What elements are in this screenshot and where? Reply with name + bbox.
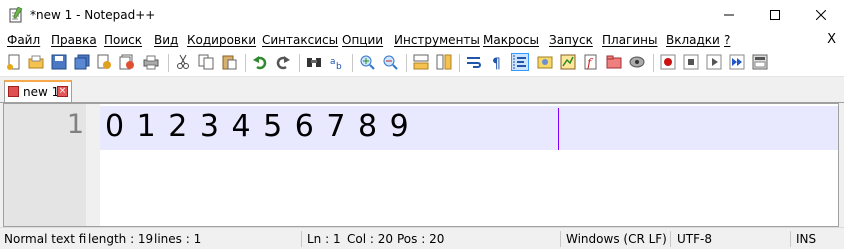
svg-text:a: a xyxy=(330,57,336,67)
menu-view[interactable]: Вид xyxy=(154,33,178,47)
function-list-icon[interactable]: f xyxy=(583,54,599,70)
user-defined-language-icon[interactable] xyxy=(537,54,553,70)
status-file-type: Normal text file xyxy=(4,232,98,246)
maximize-button[interactable] xyxy=(752,0,798,30)
status-divider xyxy=(670,231,671,247)
menu-file[interactable]: Файл xyxy=(7,33,40,47)
editor-line-text[interactable]: 0 1 2 3 4 5 6 7 8 9 xyxy=(105,109,410,144)
find-icon[interactable] xyxy=(306,54,322,70)
replace-icon[interactable]: ab xyxy=(329,54,345,70)
run-macro-multiple-icon[interactable] xyxy=(729,54,745,70)
sync-horizontal-icon[interactable] xyxy=(436,54,452,70)
status-insert-mode: INS xyxy=(796,232,817,246)
save-all-icon[interactable] xyxy=(74,54,90,70)
menu-macro[interactable]: Макросы xyxy=(483,33,539,47)
menu-tools[interactable]: Инструменты xyxy=(394,33,480,47)
status-eol: Windows (CR LF) xyxy=(566,232,667,246)
menu-bar: Файл Правка Поиск Вид Кодировки Синтакси… xyxy=(0,30,844,50)
close-all-icon[interactable] xyxy=(119,54,135,70)
menu-plugins[interactable]: Плагины xyxy=(602,33,657,47)
menu-run[interactable]: Запуск xyxy=(549,33,593,47)
status-encoding: UTF-8 xyxy=(677,232,712,246)
status-divider xyxy=(301,231,302,247)
new-file-icon[interactable] xyxy=(6,54,22,70)
save-icon[interactable] xyxy=(51,54,67,70)
status-bar: Normal text file length : 19 lines : 1 L… xyxy=(0,227,844,249)
toolbar-separator xyxy=(406,54,407,72)
word-wrap-icon[interactable] xyxy=(466,54,482,70)
print-icon[interactable] xyxy=(143,54,159,70)
menu-settings[interactable]: Опции xyxy=(342,33,383,47)
menu-encoding[interactable]: Кодировки xyxy=(187,33,256,47)
status-divider xyxy=(560,231,561,247)
toolbar: ab ¶ f xyxy=(0,50,844,77)
notepad-plus-plus-app-icon[interactable] xyxy=(9,7,23,23)
zoom-in-icon[interactable] xyxy=(359,54,375,70)
cut-icon[interactable] xyxy=(175,54,191,70)
fold-margin[interactable] xyxy=(86,104,100,226)
status-line-number: Ln : 1 xyxy=(307,232,341,246)
document-map-icon[interactable] xyxy=(560,54,576,70)
zoom-out-icon[interactable] xyxy=(382,54,398,70)
menu-edit[interactable]: Правка xyxy=(51,33,97,47)
save-macro-icon[interactable] xyxy=(752,54,768,70)
unsaved-file-icon xyxy=(8,86,19,97)
window-title: *new 1 - Notepad++ xyxy=(30,8,156,22)
toolbar-separator xyxy=(653,54,654,72)
line-number: 1 xyxy=(66,109,84,140)
tab-label: new 1 xyxy=(23,85,60,99)
undo-icon[interactable] xyxy=(252,54,268,70)
indent-guide-icon[interactable] xyxy=(511,53,529,71)
tab-new-1[interactable]: new 1 × xyxy=(4,80,72,102)
svg-text:¶: ¶ xyxy=(492,56,501,70)
paste-icon[interactable] xyxy=(221,54,237,70)
record-macro-icon[interactable] xyxy=(660,54,676,70)
toolbar-separator xyxy=(299,54,300,72)
sync-vertical-icon[interactable] xyxy=(413,54,429,70)
toolbar-separator xyxy=(168,54,169,72)
svg-text:b: b xyxy=(336,62,342,70)
show-all-chars-icon[interactable]: ¶ xyxy=(489,54,505,70)
close-icon[interactable] xyxy=(96,54,112,70)
document-tab-bar: new 1 × xyxy=(0,77,844,103)
title-bar: *new 1 - Notepad++ xyxy=(0,0,844,30)
stop-recording-icon[interactable] xyxy=(683,54,699,70)
status-lines: lines : 1 xyxy=(154,232,202,246)
minimize-button[interactable] xyxy=(706,0,752,30)
status-length: length : 19 xyxy=(86,232,154,246)
editor-area[interactable]: 1 0 1 2 3 4 5 6 7 8 9 xyxy=(3,103,839,227)
text-caret xyxy=(558,108,559,150)
redo-icon[interactable] xyxy=(275,54,291,70)
toolbar-separator xyxy=(352,54,353,72)
copy-icon[interactable] xyxy=(198,54,214,70)
maximize-icon xyxy=(770,10,780,20)
monitoring-icon[interactable] xyxy=(629,54,645,70)
folder-as-workspace-icon[interactable] xyxy=(606,54,622,70)
status-divider xyxy=(790,231,791,247)
menu-search[interactable]: Поиск xyxy=(104,33,142,47)
open-file-icon[interactable] xyxy=(28,54,44,70)
toolbar-separator xyxy=(459,54,460,72)
menu-window[interactable]: Вкладки xyxy=(666,33,720,47)
toolbar-separator xyxy=(245,54,246,72)
menu-close-document[interactable]: X xyxy=(827,32,836,47)
menu-help[interactable]: ? xyxy=(724,33,730,47)
menu-language[interactable]: Синтаксисы xyxy=(262,33,338,47)
minimize-icon xyxy=(724,14,734,16)
close-icon xyxy=(816,10,826,20)
playback-macro-icon[interactable] xyxy=(706,54,722,70)
status-column: Col : 20 xyxy=(347,232,393,246)
tab-close-icon[interactable]: × xyxy=(57,86,68,97)
status-position: Pos : 20 xyxy=(397,232,445,246)
close-window-button[interactable] xyxy=(798,0,844,30)
